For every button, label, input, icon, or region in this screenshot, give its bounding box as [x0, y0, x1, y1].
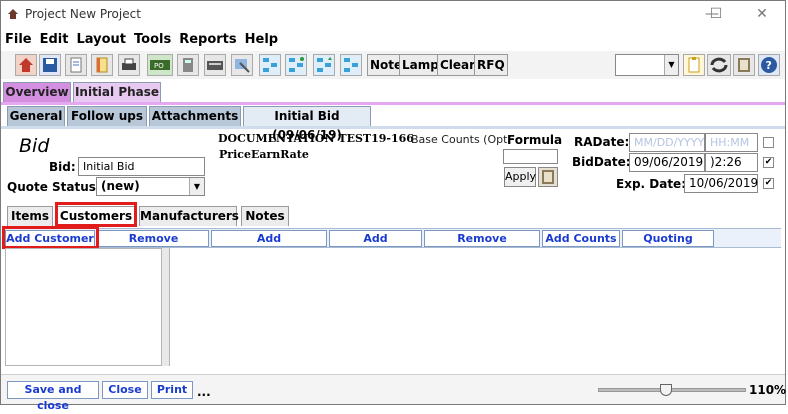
- menu-reports[interactable]: Reports: [175, 30, 239, 47]
- exp-date-field[interactable]: 10/06/2019: [684, 174, 758, 193]
- zoom-slider-track[interactable]: [598, 384, 746, 396]
- apply-button[interactable]: Apply: [504, 167, 536, 187]
- clipboard-icon[interactable]: [683, 54, 705, 76]
- customers-tab-highlight: [55, 202, 137, 227]
- add-counts-button[interactable]: Add Counts: [542, 230, 620, 247]
- tab-overview[interactable]: Overview: [3, 82, 71, 102]
- print-button[interactable]: Print: [151, 381, 193, 399]
- rfq-button[interactable]: RFQ: [474, 54, 508, 76]
- add-representative-button[interactable]: Add Representative: [211, 230, 327, 260]
- bid-heading: Bid: [19, 135, 50, 157]
- remove-contractor-button[interactable]: Remove Contractor: [424, 230, 540, 260]
- bottom-bar: Save and close Close Print ... 110%: [1, 374, 787, 412]
- title-bar: Project New Project — ☐ ✕: [1, 1, 785, 29]
- tree-add-icon[interactable]: [285, 54, 307, 76]
- close-button[interactable]: Close: [102, 381, 148, 399]
- document-title: DOCUMENTATION TEST19-166: [218, 132, 414, 145]
- tree-up-icon[interactable]: [313, 54, 335, 76]
- menu-file[interactable]: File: [1, 30, 35, 47]
- tools-icon[interactable]: [231, 54, 253, 76]
- home-icon[interactable]: [15, 54, 37, 76]
- ra-date-checkbox[interactable]: [763, 137, 774, 148]
- book-icon[interactable]: [538, 167, 558, 187]
- calculator-icon[interactable]: [177, 54, 199, 76]
- maximize-button[interactable]: ☐: [699, 4, 733, 24]
- close-window-button[interactable]: ✕: [745, 4, 779, 24]
- bid-time-field[interactable]: )2:26 PM: [705, 153, 758, 186]
- notebook-icon[interactable]: [91, 54, 113, 76]
- tab-items[interactable]: Items: [7, 206, 53, 226]
- customer-detail-pane[interactable]: [170, 248, 781, 366]
- price-earn-rate-label: PriceEarnRate: [219, 148, 309, 161]
- menu-bar: File Edit Layout Tools Reports Help: [1, 30, 785, 50]
- tab-initial-bid[interactable]: Initial Bid (09/06/19): [243, 106, 371, 142]
- top-tabs: Overview Initial Phase: [1, 82, 785, 103]
- tree-expand-icon[interactable]: [259, 54, 281, 76]
- bid-label: Bid:: [49, 160, 76, 174]
- exp-date-label: Exp. Date:: [616, 177, 686, 191]
- svg-text:?: ?: [766, 59, 772, 72]
- tab-notes[interactable]: Notes: [241, 206, 289, 226]
- add-contractor-button[interactable]: Add Contractor: [329, 230, 422, 260]
- quote-status-value: (new): [101, 179, 140, 193]
- bid-date-label: BidDate:: [572, 155, 631, 169]
- tree-down-icon[interactable]: [340, 54, 362, 76]
- help-icon[interactable]: ?: [758, 54, 780, 76]
- lamp-button[interactable]: Lamp: [399, 54, 442, 76]
- clear-button[interactable]: Clear: [437, 54, 479, 76]
- formula-label: Formula: [507, 133, 563, 147]
- ra-date-label: RADate:: [574, 135, 630, 149]
- save-icon[interactable]: [39, 54, 61, 76]
- document-icon[interactable]: [65, 54, 87, 76]
- svg-text:PO: PO: [154, 62, 164, 70]
- ra-time-field[interactable]: HH:MM A: [705, 133, 758, 166]
- tab-manufacturers[interactable]: Manufacturers: [139, 206, 239, 226]
- zoom-slider-thumb[interactable]: [660, 384, 673, 396]
- book-icon[interactable]: [733, 54, 755, 76]
- quoting-matrix-button[interactable]: Quoting Matrix: [622, 230, 714, 260]
- menu-layout[interactable]: Layout: [72, 30, 129, 47]
- customer-list-pane[interactable]: [5, 248, 162, 366]
- exp-date-checkbox[interactable]: ✔: [763, 178, 774, 189]
- customer-action-bar: Add Customer Remove Customer Add Represe…: [3, 228, 781, 260]
- toolbar: PO Note Lamp Clear RFQ ▼ ?: [1, 51, 785, 79]
- tab-follow-ups[interactable]: Follow ups: [67, 106, 147, 126]
- remove-customer-button[interactable]: Remove Customer: [98, 230, 209, 260]
- ra-date-field[interactable]: MM/DD/YYYY: [629, 133, 705, 152]
- app-window: Project New Project — ☐ ✕ File Edit Layout…: [0, 0, 787, 412]
- save-and-close-button[interactable]: Save and close: [7, 381, 99, 412]
- formula-field[interactable]: [503, 149, 558, 164]
- add-customer-highlight: [2, 226, 99, 249]
- toolbar-combo[interactable]: ▼: [615, 54, 679, 76]
- tab-attachments[interactable]: Attachments: [149, 106, 241, 126]
- more-ellipsis[interactable]: ...: [197, 385, 211, 399]
- tab-initial-phase[interactable]: Initial Phase: [73, 82, 161, 102]
- po-icon[interactable]: PO: [147, 54, 173, 76]
- chevron-down-icon[interactable]: ▼: [664, 55, 678, 75]
- bid-date-checkbox[interactable]: ✔: [763, 157, 774, 168]
- tab-general[interactable]: General: [7, 106, 65, 126]
- printer-icon[interactable]: [118, 54, 140, 76]
- menu-edit[interactable]: Edit: [36, 30, 72, 47]
- quote-status-label: Quote Status:: [7, 180, 101, 194]
- app-icon: [8, 9, 18, 19]
- menu-tools[interactable]: Tools: [130, 30, 174, 47]
- keyboard-icon[interactable]: [204, 54, 226, 76]
- tab-stripe-phase: [1, 102, 785, 105]
- pane-splitter[interactable]: [162, 248, 170, 366]
- bid-name-field[interactable]: Initial Bid: [78, 157, 205, 176]
- base-counts-label: Base Counts (Opt: [411, 133, 508, 146]
- bid-date-field[interactable]: 09/06/2019: [629, 153, 705, 172]
- bid-panel: Bid Bid: Initial Bid Quote Status: (new)…: [1, 129, 785, 203]
- chevron-down-icon[interactable]: ▼: [189, 178, 204, 195]
- sync-icon[interactable]: [707, 54, 731, 76]
- second-tabs: General Follow ups Attachments Initial B…: [1, 106, 785, 142]
- menu-help[interactable]: Help: [241, 30, 281, 47]
- window-title: Project New Project: [25, 7, 141, 21]
- zoom-level: 110%: [749, 383, 787, 397]
